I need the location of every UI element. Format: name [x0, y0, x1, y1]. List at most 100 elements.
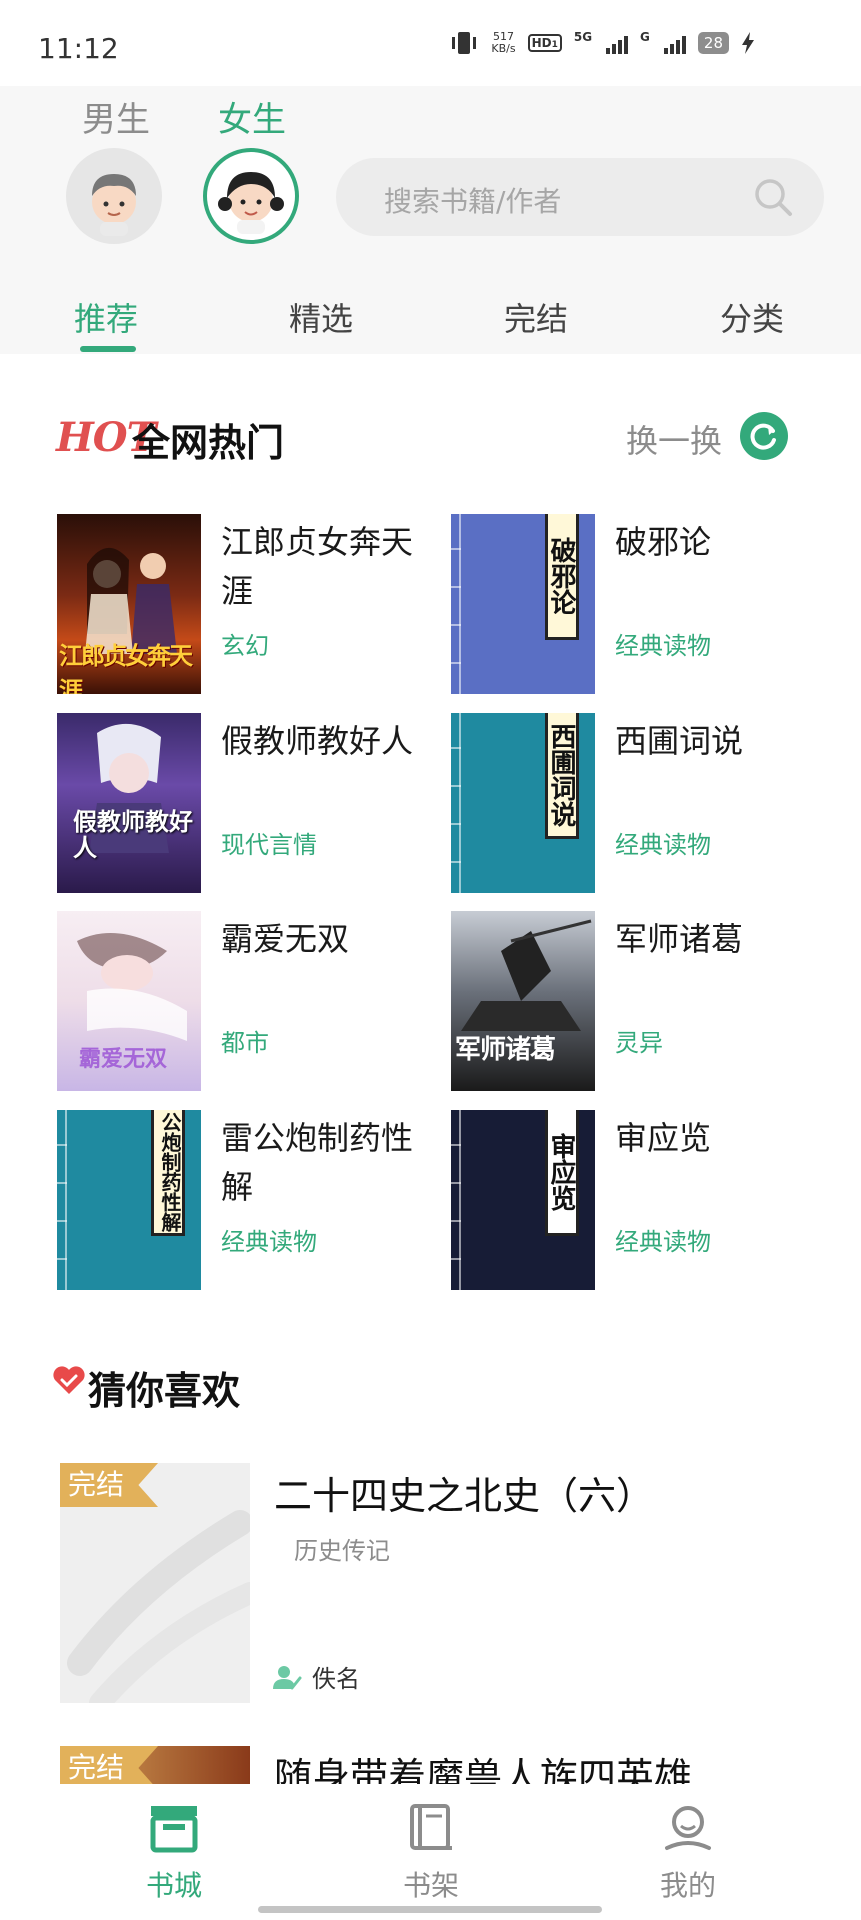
active-tab-indicator — [80, 346, 136, 352]
status-badge: 完结 — [60, 1746, 159, 1784]
net-speed-unit: KB/s — [491, 42, 516, 55]
book-cover-image: 西圃词说 — [451, 713, 595, 893]
nav-item-profile[interactable]: 我的 — [618, 1802, 758, 1912]
book-title: 审应览 — [615, 1119, 712, 1157]
book-cover-image: 审应览 — [451, 1110, 595, 1290]
nav-item-bookshelf[interactable]: 书架 — [361, 1802, 501, 1912]
home-indicator[interactable] — [258, 1906, 602, 1913]
guess-list-item[interactable]: 完结 随身带着魔兽人族四英雄 — [0, 1746, 861, 1784]
nav-label: 书城 — [145, 1869, 202, 1902]
refresh-button[interactable]: 换一换 — [626, 416, 722, 462]
book-cover-placeholder: 完结 — [60, 1463, 250, 1703]
book-cover-image: 霸爱无双 — [57, 911, 201, 1091]
book-genre: 玄幻 — [221, 632, 269, 660]
profile-icon — [665, 1806, 711, 1850]
charging-icon — [742, 32, 754, 54]
hot-book-item[interactable]: 江郎贞女奔天涯 江郎贞女奔天涯 玄幻 — [57, 514, 447, 694]
author-icon — [273, 1665, 302, 1689]
book-title: 破邪论 — [615, 523, 712, 561]
avatar-male[interactable] — [66, 148, 162, 244]
book-genre: 现代言情 — [221, 831, 317, 859]
cover-title-strip: 破邪论 — [545, 514, 579, 640]
signal-icon — [606, 32, 629, 54]
hot-book-item[interactable]: 公炮制药性解 雷公炮制药性解 经典读物 — [57, 1110, 447, 1290]
tab-featured[interactable]: 精选 — [289, 294, 353, 340]
cover-title-text: 假教师教好人 — [73, 808, 193, 862]
book-title: 假教师教好人 — [221, 722, 414, 760]
status-icons: 517 KB/s HD1 5G G 28 — [449, 30, 755, 56]
tab-category[interactable]: 分类 — [720, 294, 784, 340]
search-input[interactable]: 搜索书籍/作者 — [336, 158, 824, 236]
book-cover-image: 完结 — [60, 1746, 250, 1784]
book-genre: 灵异 — [615, 1029, 663, 1057]
book-genre: 经典读物 — [615, 1228, 711, 1256]
hot-book-item[interactable]: 西圃词说 西圃词说 经典读物 — [451, 713, 841, 893]
nav-label: 书架 — [402, 1869, 459, 1902]
hot-book-item[interactable]: 破邪论 破邪论 经典读物 — [451, 514, 841, 694]
avatar-female[interactable] — [203, 148, 299, 244]
vibrate-icon — [452, 32, 477, 54]
cover-title-text: 霸爱无双 — [79, 1046, 168, 1072]
net-5g-label: 5G — [573, 30, 593, 44]
cover-title-strip: 审应览 — [545, 1110, 579, 1236]
refresh-icon[interactable] — [740, 412, 788, 460]
search-icon[interactable] — [752, 176, 794, 218]
book-title: 随身带着魔兽人族四英雄 — [274, 1755, 693, 1784]
boy-avatar-icon — [92, 174, 136, 236]
tab-completed[interactable]: 完结 — [504, 294, 568, 340]
hd-badge: HD1 — [527, 34, 562, 52]
hot-section-title: 全网热门 — [132, 421, 285, 465]
book-genre: 经典读物 — [615, 632, 711, 660]
guess-section-title: 猜你喜欢 — [88, 1369, 241, 1413]
guess-list-item[interactable]: 完结 二十四史之北史（六） 历史传记 佚名 — [0, 1463, 861, 1703]
status-time: 11:12 — [38, 32, 119, 65]
hot-book-item[interactable]: 军师诸葛 军师诸葛 灵异 — [451, 911, 841, 1091]
nav-label: 我的 — [659, 1869, 716, 1902]
book-title: 西圃词说 — [615, 722, 744, 760]
cover-title-strip: 公炮制药性解 — [151, 1110, 185, 1236]
author-name: 佚名 — [312, 1665, 360, 1693]
gender-tab-male[interactable]: 男生 — [82, 92, 150, 141]
cover-title-strip: 西圃词说 — [545, 713, 579, 839]
net-speed: 517 KB/s — [491, 31, 515, 55]
hd-sub-label: 1 — [551, 40, 558, 50]
battery-icon: 28 — [697, 32, 729, 54]
book-cover-image: 江郎贞女奔天涯 — [57, 514, 201, 694]
main-tabs: 推荐 精选 完结 分类 — [0, 286, 861, 354]
book-title: 二十四史之北史（六） — [274, 1474, 655, 1518]
girl-avatar-icon — [218, 172, 284, 234]
cover-title-text: 军师诸葛 — [455, 1035, 556, 1065]
heart-icon — [53, 1366, 85, 1394]
book-title: 江郎贞女奔天涯 — [221, 523, 414, 610]
book-author: 佚名 — [272, 1659, 360, 1694]
hot-book-item[interactable]: 霸爱无双 霸爱无双 都市 — [57, 911, 447, 1091]
book-cover-image: 军师诸葛 — [451, 911, 595, 1091]
book-cover-image: 公炮制药性解 — [57, 1110, 201, 1290]
book-cover-image: 破邪论 — [451, 514, 595, 694]
cover-title-text: 江郎贞女奔天涯 — [59, 641, 193, 694]
signal-icon-2 — [663, 32, 686, 54]
hot-book-item[interactable]: 审应览 审应览 经典读物 — [451, 1110, 841, 1290]
book-genre: 历史传记 — [294, 1537, 390, 1565]
tab-recommend[interactable]: 推荐 — [74, 294, 138, 340]
store-icon — [150, 1806, 198, 1853]
hd-label: HD — [531, 36, 552, 50]
hot-book-item[interactable]: 假教师教好人 假教师教好人 现代言情 — [57, 713, 447, 893]
header: 男生 女生 搜索书籍/作者 推荐 精选 完结 分类 — [0, 86, 861, 354]
bookshelf-icon — [410, 1804, 452, 1850]
book-genre: 经典读物 — [615, 831, 711, 859]
book-genre: 经典读物 — [221, 1228, 317, 1256]
nav-item-store[interactable]: 书城 — [104, 1802, 244, 1912]
book-cover-image: 假教师教好人 — [57, 713, 201, 893]
book-title: 雷公炮制药性解 — [221, 1119, 414, 1206]
book-genre: 都市 — [221, 1029, 269, 1057]
status-bar: 11:12 517 KB/s HD1 5G G 28 — [0, 0, 861, 86]
cover-art — [89, 723, 169, 853]
book-title: 军师诸葛 — [615, 920, 744, 958]
guess-section-header: 猜你喜欢 — [0, 1360, 861, 1413]
gender-tab-female[interactable]: 女生 — [218, 92, 286, 141]
bottom-nav: 书城 书架 我的 — [0, 1784, 861, 1920]
book-title: 霸爱无双 — [221, 920, 350, 958]
search-placeholder: 搜索书籍/作者 — [384, 185, 562, 218]
hot-section-header: HOT 全网热门 换一换 — [0, 400, 861, 470]
